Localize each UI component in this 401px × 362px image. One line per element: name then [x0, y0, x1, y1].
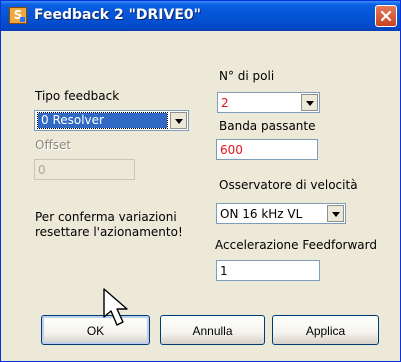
- tipo-feedback-value: 0 Resolver: [37, 112, 168, 129]
- window-title: Feedback 2 "DRIVE0": [34, 7, 201, 23]
- accelerazione-value: 1: [220, 264, 228, 278]
- close-button[interactable]: [375, 5, 397, 27]
- tipo-feedback-select[interactable]: 0 Resolver: [34, 110, 189, 131]
- chevron-down-icon[interactable]: [301, 94, 318, 111]
- n-poli-value: 2: [221, 96, 229, 110]
- banda-passante-label: Banda passante: [219, 119, 316, 133]
- annulla-button[interactable]: Annulla: [160, 315, 265, 345]
- osservatore-value: ON 16 kHz VL: [220, 207, 303, 221]
- note-line-1: Per conferma variazioni: [35, 210, 177, 224]
- offset-label: Offset: [35, 138, 72, 152]
- n-poli-select[interactable]: 2: [217, 92, 320, 113]
- osservatore-label: Osservatore di velocità: [219, 178, 358, 192]
- app-icon-dot: [20, 17, 25, 22]
- app-icon: S: [9, 7, 27, 24]
- accelerazione-input[interactable]: 1: [216, 260, 320, 281]
- banda-passante-value: 600: [220, 143, 243, 157]
- banda-passante-input[interactable]: 600: [216, 139, 318, 160]
- dialog-content: Tipo feedback 0 Resolver Offset 0 Per co…: [4, 31, 397, 360]
- n-poli-label: N° di poli: [219, 69, 275, 83]
- chevron-down-icon[interactable]: [327, 205, 344, 222]
- offset-input[interactable]: 0: [34, 159, 135, 180]
- close-icon: [381, 11, 391, 21]
- applica-button[interactable]: Applica: [272, 315, 379, 345]
- offset-value: 0: [38, 163, 46, 177]
- tipo-feedback-label: Tipo feedback: [35, 89, 120, 103]
- chevron-down-icon[interactable]: [170, 112, 187, 129]
- osservatore-select[interactable]: ON 16 kHz VL: [216, 203, 346, 224]
- mouse-pointer-icon: [103, 288, 128, 326]
- dialog-window: S Feedback 2 "DRIVE0" Tipo feedback 0 Re…: [0, 0, 401, 362]
- title-bar[interactable]: S Feedback 2 "DRIVE0": [1, 1, 400, 31]
- accelerazione-label: Accelerazione Feedforward: [215, 238, 377, 252]
- note-line-2: resettare l'azionamento!: [35, 225, 183, 239]
